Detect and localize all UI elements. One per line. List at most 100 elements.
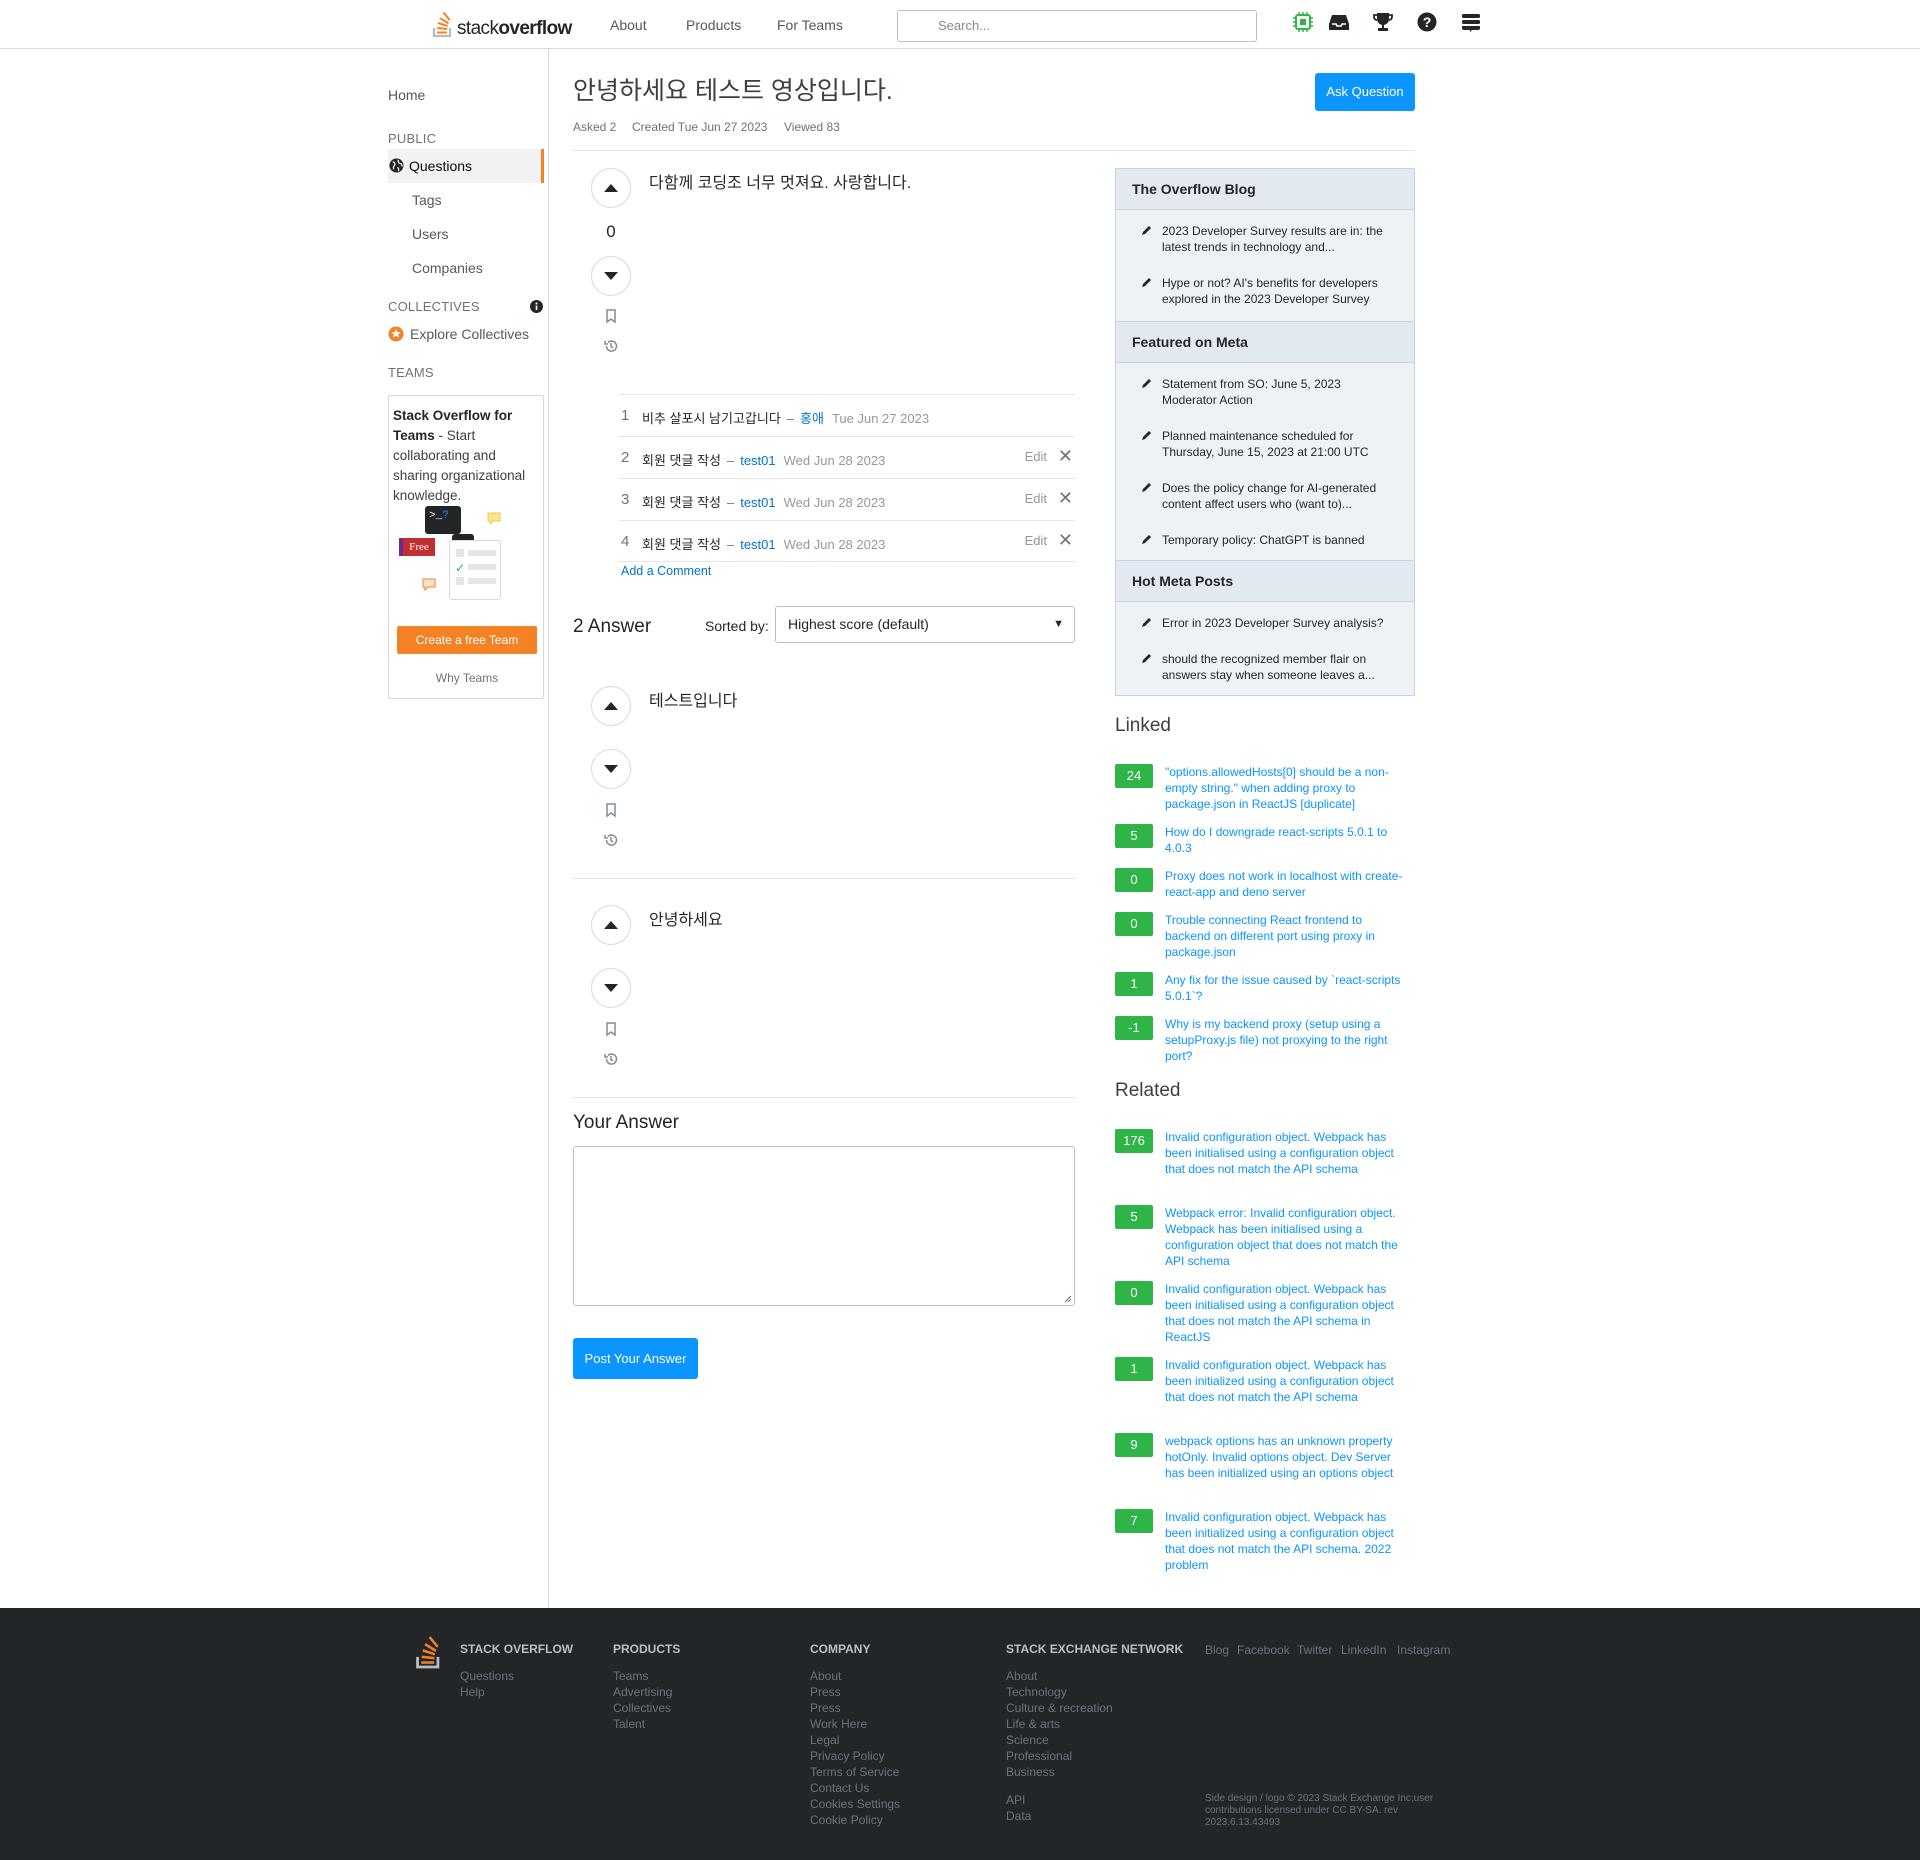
- nav-about[interactable]: About: [610, 17, 647, 33]
- answer-upvote-button[interactable]: [591, 905, 631, 945]
- footer-link[interactable]: Cookie Policy: [810, 1812, 883, 1828]
- help-icon[interactable]: ?: [1416, 11, 1438, 33]
- achievements-chip-icon[interactable]: [1292, 11, 1314, 33]
- close-icon[interactable]: ✕: [1058, 447, 1073, 465]
- nav-products[interactable]: Products: [686, 17, 741, 33]
- history-icon[interactable]: [603, 832, 619, 848]
- footer-link[interactable]: Questions: [460, 1668, 514, 1684]
- close-icon[interactable]: ✕: [1058, 489, 1073, 507]
- sidebar-item-explore-collectives[interactable]: Explore Collectives: [388, 326, 529, 342]
- footer-link[interactable]: Talent: [613, 1716, 645, 1732]
- hot-meta-item[interactable]: Error in 2023 Developer Survey analysis?: [1162, 615, 1398, 631]
- bookmark-icon[interactable]: [603, 1021, 619, 1037]
- footer-social-link[interactable]: Instagram: [1397, 1642, 1450, 1658]
- footer-link[interactable]: Culture & recreation: [1006, 1700, 1113, 1716]
- comment-text-line: 회원 댓글 작성 – test01 Wed Jun 28 2023: [642, 450, 885, 469]
- meta-item[interactable]: Temporary policy: ChatGPT is banned: [1162, 532, 1398, 548]
- stackoverflow-logo[interactable]: stackoverflow: [432, 12, 572, 38]
- related-question-link[interactable]: Invalid configuration object. Webpack ha…: [1165, 1281, 1405, 1345]
- search-input[interactable]: Search...: [897, 10, 1257, 42]
- related-question-link[interactable]: webpack options has an unknown property …: [1165, 1433, 1405, 1481]
- footer-link[interactable]: Collectives: [613, 1700, 671, 1716]
- ask-question-button[interactable]: Ask Question: [1315, 73, 1415, 111]
- why-teams-link[interactable]: Why Teams: [389, 671, 545, 685]
- inbox-icon[interactable]: [1328, 11, 1350, 33]
- site-switcher-icon[interactable]: [1460, 11, 1482, 33]
- linked-question-link[interactable]: "options.allowedHosts[0] should be a non…: [1165, 764, 1405, 812]
- divider: [573, 150, 1415, 151]
- footer-social-link[interactable]: LinkedIn: [1341, 1642, 1386, 1658]
- footer-link[interactable]: Privacy Policy: [810, 1748, 885, 1764]
- blog-item[interactable]: 2023 Developer Survey results are in: th…: [1162, 223, 1398, 255]
- upvote-button[interactable]: [591, 168, 631, 208]
- related-question-link[interactable]: Invalid configuration object. Webpack ha…: [1165, 1129, 1405, 1177]
- linked-question-link[interactable]: Trouble connecting React frontend to bac…: [1165, 912, 1405, 960]
- sidebar-item-questions[interactable]: Questions: [388, 149, 544, 183]
- footer-social-link[interactable]: Facebook: [1237, 1642, 1290, 1658]
- meta-item[interactable]: Statement from SO: June 5, 2023 Moderato…: [1162, 376, 1398, 408]
- close-icon[interactable]: ✕: [1058, 531, 1073, 549]
- footer-link[interactable]: About: [810, 1668, 841, 1684]
- footer-link[interactable]: Press: [810, 1700, 841, 1716]
- sort-select[interactable]: Highest score (default) ▼: [775, 606, 1075, 643]
- related-question-link[interactable]: Webpack error: Invalid configuration obj…: [1165, 1205, 1405, 1269]
- comment-user-link[interactable]: test01: [740, 495, 775, 510]
- add-comment-link[interactable]: Add a Comment: [621, 564, 711, 578]
- sidebar-item-tags[interactable]: Tags: [412, 192, 442, 208]
- comment-edit-link[interactable]: Edit: [1025, 449, 1047, 464]
- comment-user-link[interactable]: test01: [740, 453, 775, 468]
- answer-downvote-button[interactable]: [591, 749, 631, 789]
- answer-textarea[interactable]: [573, 1146, 1075, 1306]
- related-question-link[interactable]: Invalid configuration object. Webpack ha…: [1165, 1357, 1405, 1405]
- footer-link[interactable]: Data: [1006, 1808, 1031, 1824]
- footer-link[interactable]: API: [1006, 1792, 1025, 1808]
- footer-social-link[interactable]: Blog: [1205, 1642, 1229, 1658]
- footer-link[interactable]: Legal: [810, 1732, 839, 1748]
- info-icon[interactable]: [530, 300, 543, 313]
- footer-link[interactable]: Teams: [613, 1668, 648, 1684]
- history-icon[interactable]: [603, 338, 619, 354]
- comment-edit-link[interactable]: Edit: [1025, 533, 1047, 548]
- meta-item[interactable]: Planned maintenance scheduled for Thursd…: [1162, 428, 1398, 460]
- footer-link[interactable]: Cookies Settings: [810, 1796, 900, 1812]
- history-icon[interactable]: [603, 1051, 619, 1067]
- related-question-link[interactable]: Invalid configuration object. Webpack ha…: [1165, 1509, 1405, 1573]
- footer-link[interactable]: Advertising: [613, 1684, 672, 1700]
- footer-link[interactable]: Terms of Service: [810, 1764, 899, 1780]
- sidebar-item-users[interactable]: Users: [412, 226, 449, 242]
- sidebar-item-companies[interactable]: Companies: [412, 260, 483, 276]
- linked-question-link[interactable]: How do I downgrade react-scripts 5.0.1 t…: [1165, 824, 1405, 856]
- footer-link[interactable]: Help: [460, 1684, 485, 1700]
- sidebar-item-home[interactable]: Home: [388, 87, 425, 103]
- comment-user-link[interactable]: test01: [740, 537, 775, 552]
- trophy-icon[interactable]: [1372, 11, 1394, 33]
- linked-question-link[interactable]: Proxy does not work in localhost with cr…: [1165, 868, 1405, 900]
- meta-item[interactable]: Does the policy change for AI-generated …: [1162, 480, 1398, 512]
- footer-link[interactable]: Science: [1006, 1732, 1049, 1748]
- footer-link[interactable]: Contact Us: [810, 1780, 869, 1796]
- footer-link[interactable]: About: [1006, 1668, 1037, 1684]
- footer-link[interactable]: Business: [1006, 1764, 1055, 1780]
- downvote-button[interactable]: [591, 256, 631, 296]
- footer-social-link[interactable]: Twitter: [1297, 1642, 1332, 1658]
- comment-user-link[interactable]: 홍애: [800, 411, 824, 426]
- footer-link[interactable]: Life & arts: [1006, 1716, 1060, 1732]
- nav-for-teams[interactable]: For Teams: [777, 17, 843, 33]
- footer-link[interactable]: Work Here: [810, 1716, 867, 1732]
- footer-logo-icon[interactable]: [415, 1636, 443, 1670]
- answer-downvote-button[interactable]: [591, 968, 631, 1008]
- post-answer-button[interactable]: Post Your Answer: [573, 1338, 698, 1379]
- answer-upvote-button[interactable]: [591, 686, 631, 726]
- comment-edit-link[interactable]: Edit: [1025, 491, 1047, 506]
- blog-item[interactable]: Hype or not? AI's benefits for developer…: [1162, 275, 1398, 307]
- footer-link[interactable]: Professional: [1006, 1748, 1072, 1764]
- footer-link[interactable]: Press: [810, 1684, 841, 1700]
- bookmark-icon[interactable]: [603, 802, 619, 818]
- footer-link[interactable]: Technology: [1006, 1684, 1067, 1700]
- linked-question-link[interactable]: Any fix for the issue caused by `react-s…: [1165, 972, 1405, 1004]
- linked-question-link[interactable]: Why is my backend proxy (setup using a s…: [1165, 1016, 1405, 1064]
- hot-meta-item[interactable]: should the recognized member flair on an…: [1162, 651, 1398, 683]
- create-free-team-button[interactable]: Create a free Team: [397, 626, 537, 654]
- resize-handle-icon[interactable]: [1064, 1295, 1072, 1303]
- bookmark-icon[interactable]: [603, 308, 619, 324]
